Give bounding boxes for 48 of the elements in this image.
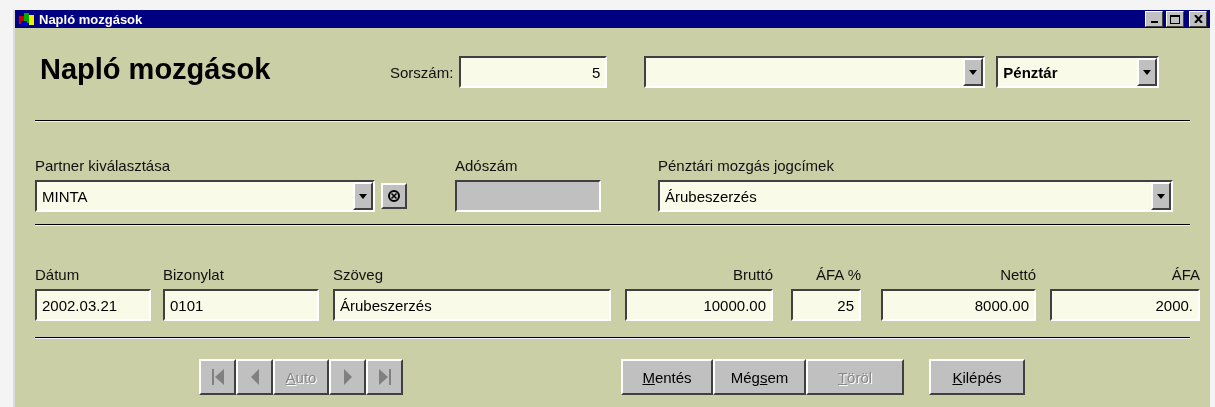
combo-box[interactable] — [644, 56, 986, 88]
previous-record-icon — [249, 368, 260, 386]
text-field[interactable]: 2002.03.21 — [35, 289, 151, 321]
window-title: Napló mozgások — [39, 11, 144, 27]
field-label: Bizonylat — [163, 266, 224, 283]
serial-field[interactable]: 5 — [459, 56, 608, 88]
dropdown-button[interactable] — [963, 58, 984, 86]
reason-label: Pénztári mozgás jogcímek — [658, 157, 834, 174]
maximize-icon — [1170, 14, 1180, 24]
field-label: Bruttó — [732, 266, 773, 283]
dropdown-arrow-icon — [359, 193, 367, 199]
clear-icon — [388, 190, 400, 202]
field-label: Szöveg — [333, 266, 384, 283]
partner-combo[interactable]: MINTA — [35, 180, 375, 212]
register-combo[interactable]: Pénztár — [996, 56, 1160, 88]
dropdown-arrow-icon — [969, 69, 978, 75]
text-field[interactable]: 10000.00 — [625, 289, 773, 321]
first-record-icon — [210, 368, 225, 386]
next-record-icon — [342, 368, 353, 386]
action-button[interactable]: Mentés — [621, 359, 713, 395]
text-field[interactable]: 2000. — [1050, 289, 1200, 321]
dropdown-arrow-icon — [1157, 193, 1165, 199]
partner-label: Partner kiválasztása — [35, 157, 171, 174]
action-button[interactable]: Mégsem — [713, 359, 806, 395]
serial-label: Sorszám: — [390, 63, 454, 81]
exit-button[interactable]: Kilépés — [929, 359, 1025, 395]
dropdown-button[interactable] — [353, 182, 373, 210]
dropdown-button[interactable] — [1137, 58, 1158, 86]
field-label: ÁFA % — [815, 266, 861, 283]
reason-combo[interactable]: Árubeszerzés — [658, 180, 1173, 212]
maximize-button[interactable] — [1166, 11, 1184, 27]
text-field[interactable]: 25 — [791, 289, 861, 321]
field-label: Dátum — [35, 266, 80, 283]
tax-number-label: Adószám — [455, 157, 518, 174]
text-field[interactable]: Árubeszerzés — [333, 289, 611, 321]
app-icon — [18, 11, 36, 27]
last-record-icon — [377, 368, 392, 386]
form-title: Napló mozgások — [40, 52, 272, 86]
dropdown-arrow-icon — [1143, 69, 1152, 75]
close-button[interactable] — [1189, 11, 1207, 27]
close-icon — [1193, 15, 1203, 23]
clear-button[interactable] — [381, 183, 407, 209]
field-label: Nettó — [1000, 266, 1036, 283]
minimize-button[interactable] — [1145, 11, 1163, 27]
text-field[interactable]: 0101 — [163, 289, 319, 321]
text-field[interactable]: 8000.00 — [881, 289, 1036, 321]
dropdown-button[interactable] — [1151, 182, 1171, 210]
field-label: ÁFA — [1171, 266, 1200, 283]
